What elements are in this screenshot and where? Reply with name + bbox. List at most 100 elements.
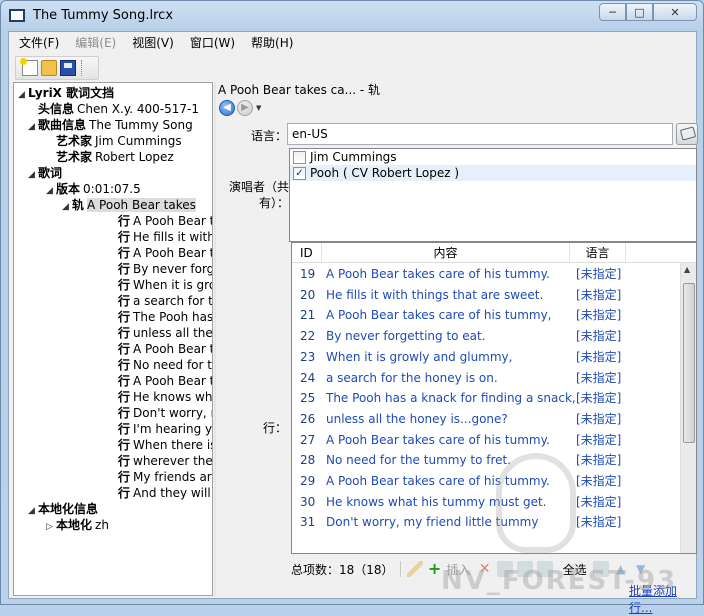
cell-id: 24 bbox=[300, 370, 316, 385]
tree-line-item[interactable]: 行unless all the h bbox=[118, 325, 212, 341]
tree-localization-zh[interactable]: ▷ 本地化 zh bbox=[46, 517, 109, 533]
table-scrollbar[interactable]: ▲ bbox=[680, 263, 696, 553]
item-count: 总项数：18（18） bbox=[291, 562, 394, 577]
tree-song-info[interactable]: ◢ 歌曲信息 The Tummy Song bbox=[28, 117, 193, 133]
table-row[interactable]: 30 He knows what his tummy must get. [未指定] bbox=[292, 492, 682, 512]
tree-line-item[interactable]: 行When it is grov bbox=[118, 277, 212, 293]
separator bbox=[399, 561, 401, 577]
minimize-button[interactable]: ─ bbox=[599, 3, 626, 21]
back-arrow-icon[interactable]: ◀ bbox=[219, 100, 235, 116]
tree-artist[interactable]: 艺术家 Robert Lopez bbox=[56, 149, 174, 165]
tree-localization[interactable]: ◢ 本地化信息 bbox=[28, 501, 101, 517]
tree-line-item[interactable]: 行A Pooh Bear ta bbox=[118, 213, 212, 229]
panel-splitter[interactable] bbox=[214, 82, 216, 596]
cell-id: 26 bbox=[300, 411, 316, 426]
cell-id: 23 bbox=[300, 349, 316, 364]
menu-view[interactable]: 视图(V) bbox=[124, 32, 182, 54]
close-button[interactable]: ✕ bbox=[653, 3, 697, 21]
column-header-id[interactable]: ID bbox=[292, 243, 322, 263]
menu-help[interactable]: 帮助(H) bbox=[243, 32, 301, 54]
cell-id: 28 bbox=[300, 453, 316, 468]
cell-content: When it is growly and glummy, bbox=[326, 349, 513, 364]
language-label: 语言： bbox=[250, 129, 287, 143]
singer-checkbox[interactable] bbox=[293, 150, 306, 164]
expand-caret-icon[interactable]: ◢ bbox=[18, 87, 28, 103]
menu-window[interactable]: 窗口(W) bbox=[182, 32, 243, 54]
menu-file[interactable]: 文件(F) bbox=[9, 32, 67, 54]
collapse-caret-icon[interactable]: ▷ bbox=[46, 519, 56, 535]
edit-pencil-icon[interactable] bbox=[406, 561, 423, 577]
tree-line-item[interactable]: 行a search for the bbox=[118, 293, 212, 309]
table-row[interactable]: 29 A Pooh Bear takes care of his tummy. [未… bbox=[292, 471, 682, 491]
cell-content: A Pooh Bear takes care of his tummy. bbox=[326, 267, 550, 281]
expand-caret-icon[interactable]: ◢ bbox=[46, 183, 56, 199]
table-row[interactable]: 19 A Pooh Bear takes care of his tummy. [未… bbox=[292, 264, 682, 284]
table-row[interactable]: 28 No need for the tummy to fret. [未指定] bbox=[292, 450, 682, 470]
language-picker-button[interactable] bbox=[676, 123, 698, 145]
tree-line-item[interactable]: 行Don't worry, m bbox=[118, 405, 212, 421]
tree-line-item[interactable]: 行A Pooh Bear ta bbox=[118, 341, 212, 357]
expand-caret-icon[interactable]: ◢ bbox=[28, 503, 38, 519]
language-field[interactable]: en-US bbox=[287, 123, 673, 145]
tree-line-item[interactable]: 行 When there is bbox=[118, 437, 212, 453]
column-header-content[interactable]: 内容 bbox=[322, 243, 570, 263]
table-row[interactable]: 31 Don't worry, my friend little tummy [未指… bbox=[292, 512, 682, 532]
tree-version[interactable]: ◢ 版本 0:01:07.5 bbox=[46, 181, 141, 197]
tree-artist[interactable]: 艺术家 Jim Cummings bbox=[56, 133, 182, 149]
cell-id: 29 bbox=[300, 474, 316, 488]
tree-lyrics[interactable]: ◢ 歌词 bbox=[28, 165, 65, 181]
history-dropdown-icon[interactable]: ▼ bbox=[256, 104, 261, 112]
cell-lang: [未指定] bbox=[576, 308, 622, 323]
cell-content: No need for the tummy to fret. bbox=[326, 453, 512, 468]
tree-line-item[interactable]: 行 My friends are bbox=[118, 469, 212, 485]
cell-id: 21 bbox=[300, 308, 316, 323]
table-row[interactable]: 23 When it is growly and glummy, [未指定] bbox=[292, 347, 682, 367]
navigation-controls: ◀ ▶ ▼ bbox=[219, 100, 261, 116]
scroll-up-icon[interactable]: ▲ bbox=[684, 265, 690, 274]
tree-line-item[interactable]: 行The Pooh has a bbox=[118, 309, 212, 325]
expand-caret-icon[interactable]: ◢ bbox=[28, 119, 38, 135]
cell-id: 19 bbox=[300, 267, 316, 281]
table-row[interactable]: 21 A Pooh Bear takes care of his tummy, [未… bbox=[292, 305, 682, 325]
maximize-button[interactable]: □ bbox=[626, 3, 653, 21]
cell-content: A Pooh Bear takes care of his tummy. bbox=[326, 432, 550, 447]
window-controls: ─ □ ✕ bbox=[599, 3, 697, 21]
singer-item[interactable]: Jim Cummings bbox=[290, 149, 696, 165]
tree-line-item[interactable]: 行And they will ta bbox=[118, 485, 212, 501]
table-row[interactable]: 22 By never forgetting to eat. [未指定] bbox=[292, 326, 682, 346]
table-row[interactable]: 24 a search for the honey is on. [未指定] bbox=[292, 368, 682, 388]
tree-line-item[interactable]: 行wherever the h bbox=[118, 453, 212, 469]
tree-root[interactable]: ◢ LyriX 歌词文挡 bbox=[18, 85, 117, 101]
tree-track[interactable]: ◢ 轨 A Pooh Bear takes bbox=[62, 197, 196, 213]
app-icon bbox=[9, 9, 25, 22]
singer-checkbox[interactable]: ✓ bbox=[293, 166, 306, 180]
open-folder-icon[interactable] bbox=[41, 60, 57, 76]
column-header-language[interactable]: 语言 bbox=[570, 243, 626, 263]
lines-label: 行： bbox=[262, 421, 287, 435]
tree-line-item[interactable]: 行 By never forge bbox=[118, 261, 212, 277]
tree-line-item[interactable]: 行A Pooh Bear ta bbox=[118, 245, 212, 261]
document-tree[interactable]: ◢ LyriX 歌词文挡 头信息 Chen X.y. 400-517-1 ◢ 歌曲信息… bbox=[13, 82, 213, 596]
table-row[interactable]: 20 He fills it with things that are sweet… bbox=[292, 285, 682, 305]
tree-line-item[interactable]: 行 No need for th bbox=[118, 357, 212, 373]
tree-line-item[interactable]: 行He fills it with th bbox=[118, 229, 212, 245]
menu-edit[interactable]: 编辑(E) bbox=[67, 32, 124, 54]
tree-line-item[interactable]: 行I'm hearing you bbox=[118, 421, 212, 437]
detail-panel: A Pooh Bear takes ca... - 轨 ◀ ▶ ▼ 语言： en… bbox=[217, 82, 698, 615]
table-row[interactable]: 27 A Pooh Bear takes care of his tummy. [未… bbox=[292, 430, 682, 450]
cell-content: The Pooh has a knack for finding a snack… bbox=[326, 391, 576, 406]
save-icon[interactable] bbox=[60, 60, 76, 76]
table-row[interactable]: 25 The Pooh has a knack for finding a sna… bbox=[292, 388, 682, 408]
tree-header-info[interactable]: 头信息 Chen X.y. 400-517-1 bbox=[38, 101, 199, 117]
expand-caret-icon[interactable]: ◢ bbox=[62, 199, 72, 215]
scroll-thumb[interactable] bbox=[683, 283, 695, 443]
singer-item[interactable]: ✓ Pooh ( CV Robert Lopez ) bbox=[290, 165, 696, 181]
tree-line-item[interactable]: 行He knows what bbox=[118, 389, 212, 405]
tree-line-item[interactable]: 行A Pooh Bear ta bbox=[118, 373, 212, 389]
singer-list: Jim Cummings ✓ Pooh ( CV Robert Lopez ) bbox=[289, 148, 697, 242]
forward-arrow-icon[interactable]: ▶ bbox=[237, 100, 253, 116]
table-row[interactable]: 26 unless all the honey is...gone? [未指定] bbox=[292, 409, 682, 429]
new-icon[interactable] bbox=[20, 58, 38, 76]
expand-caret-icon[interactable]: ◢ bbox=[28, 167, 38, 183]
toolbar-grip[interactable] bbox=[81, 60, 87, 76]
